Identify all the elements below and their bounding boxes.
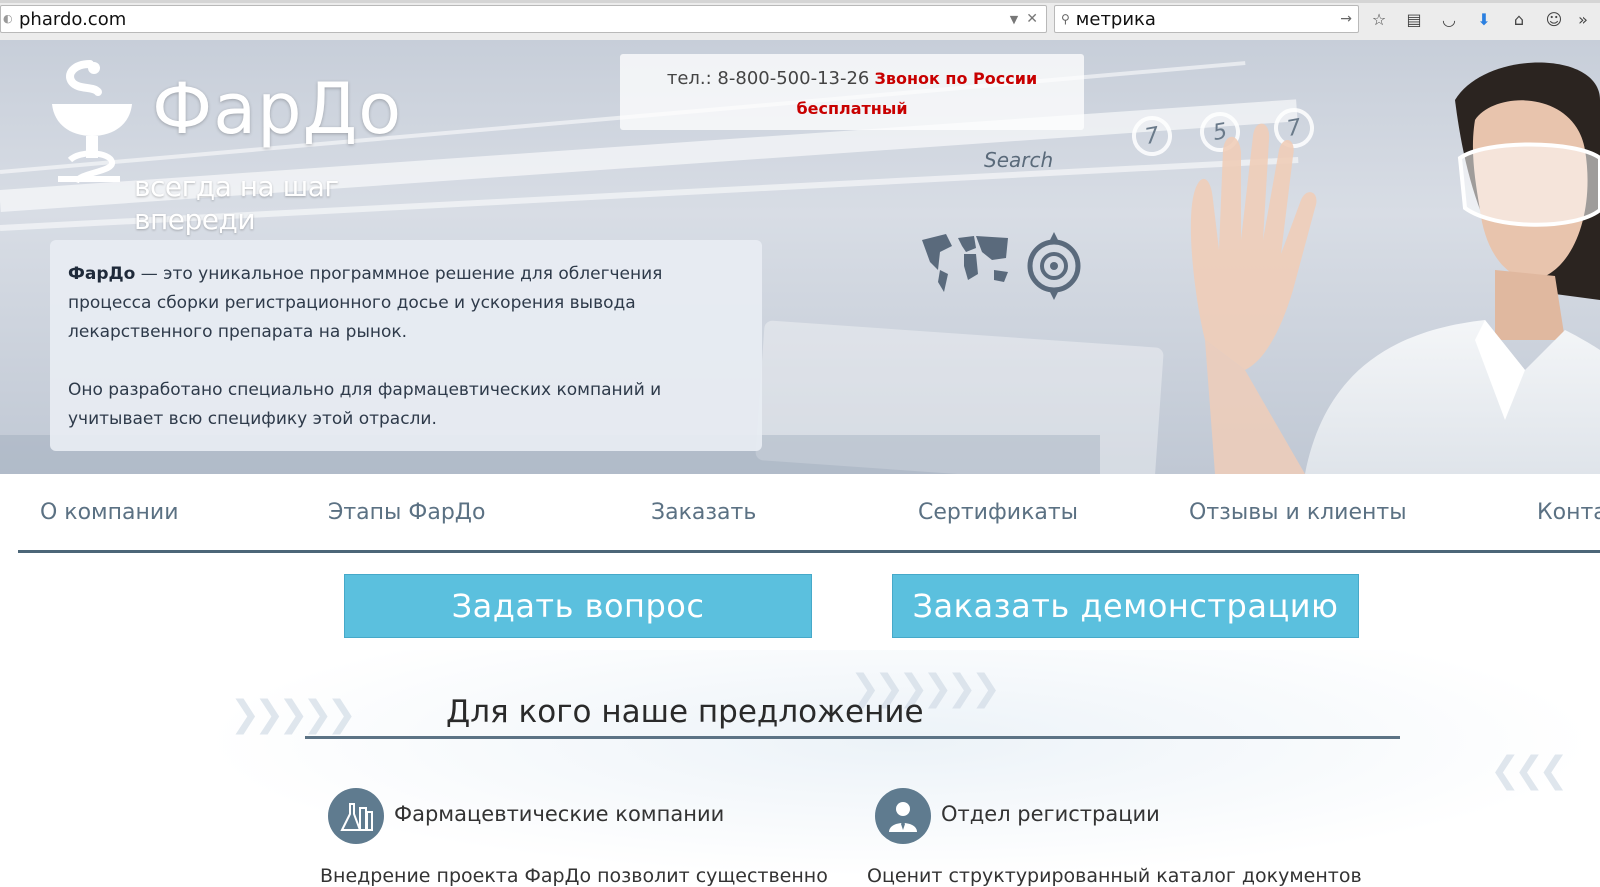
flask-icon [340, 803, 373, 831]
phone-number[interactable]: тел.: 8-800-500-13-26 [667, 68, 870, 89]
woman-with-goggles-image [1190, 62, 1600, 474]
download-icon[interactable]: ⬇ [1471, 6, 1497, 32]
intro-brand: ФарДо [68, 264, 136, 284]
nav-item-contacts[interactable]: Конта [1537, 500, 1600, 525]
nav-item-reviews[interactable]: Отзывы и клиенты [1189, 500, 1407, 525]
brand-slogan: всегда на шаг впереди [134, 170, 339, 236]
audience-title-pharma: Фармацевтические компании [394, 802, 725, 826]
call-note-line1: Звонок по России [874, 69, 1038, 88]
audience-title-registration: Отдел регистрации [941, 802, 1160, 826]
site-logo[interactable]: ФарДо всегда на шаг впереди [50, 60, 430, 236]
address-bar[interactable]: ◐ phardo.com ▼ ✕ [0, 5, 1047, 33]
globe-icon: ◐ [3, 12, 13, 25]
audience-text-registration: Оценит структурированный каталог докумен… [867, 865, 1362, 887]
hero-banner: ФарДо всегда на шаг впереди тел.: 8-800-… [0, 40, 1600, 474]
intro-text-1: — это уникальное программное решение для… [68, 264, 663, 342]
brand-name: ФарДо [152, 68, 403, 150]
search-bar[interactable]: ⚲ метрика → [1054, 5, 1359, 33]
world-map-icon [922, 234, 1008, 292]
ask-question-button[interactable]: Задать вопрос [344, 574, 812, 638]
decor-arrows: ❮❮❮ [1490, 750, 1568, 791]
registration-officer-icon [875, 788, 931, 844]
toolbar-icons: ☆ ▤ ◡ ⬇ ⌂ ☺ » [1366, 6, 1590, 32]
audience-text-pharma: Внедрение проекта ФарДо позволит существ… [320, 865, 828, 887]
overflow-icon[interactable]: » [1576, 6, 1590, 32]
lab-flasks-icon [328, 788, 384, 844]
nav-divider [18, 550, 1600, 553]
bowl-of-hygieia-icon [52, 60, 132, 184]
nav-item-stages[interactable]: Этапы ФарДо [328, 500, 485, 525]
close-icon[interactable]: ✕ [1026, 11, 1038, 27]
url-text[interactable]: phardo.com [19, 9, 1010, 30]
phone-box: тел.: 8-800-500-13-26 Звонок по России б… [620, 54, 1084, 130]
decor-arrows: ❯❯❯❯❯ [230, 694, 357, 735]
nav-item-about[interactable]: О компании [40, 500, 179, 525]
search-icon: ⚲ [1061, 12, 1070, 26]
intro-panel: ФарДо — это уникальное программное решен… [50, 240, 762, 451]
intro-paragraph-2: Оно разработано специально для фармацевт… [68, 380, 662, 429]
tab-strip [0, 0, 1600, 3]
go-arrow-icon[interactable]: → [1340, 11, 1352, 27]
call-note-line2: бесплатный [796, 99, 908, 118]
reading-list-icon[interactable]: ▤ [1401, 6, 1427, 32]
nav-item-certificates[interactable]: Сертификаты [918, 500, 1078, 525]
chat-icon[interactable]: ☺ [1541, 6, 1567, 32]
search-query[interactable]: метрика [1076, 9, 1340, 30]
main-nav: О компании Этапы ФарДо Заказать Сертифик… [0, 474, 1600, 554]
home-icon[interactable]: ⌂ [1506, 6, 1532, 32]
bookmark-star-icon[interactable]: ☆ [1366, 6, 1392, 32]
section-title: Для кого наше предложение [446, 694, 924, 730]
person-icon [889, 802, 917, 832]
browser-toolbar: ◐ phardo.com ▼ ✕ ⚲ метрика → ☆ ▤ ◡ ⬇ ⌂ ☺… [0, 0, 1600, 41]
intro-paragraph-1: ФарДо — это уникальное программное решен… [68, 260, 744, 347]
nav-item-order[interactable]: Заказать [651, 500, 756, 525]
dropdown-arrow-icon[interactable]: ▼ [1010, 13, 1018, 26]
order-demo-button[interactable]: Заказать демонстрацию [892, 574, 1359, 638]
hud-search-label: Search [984, 148, 1054, 172]
pocket-icon[interactable]: ◡ [1436, 6, 1462, 32]
section-divider [305, 736, 1400, 739]
